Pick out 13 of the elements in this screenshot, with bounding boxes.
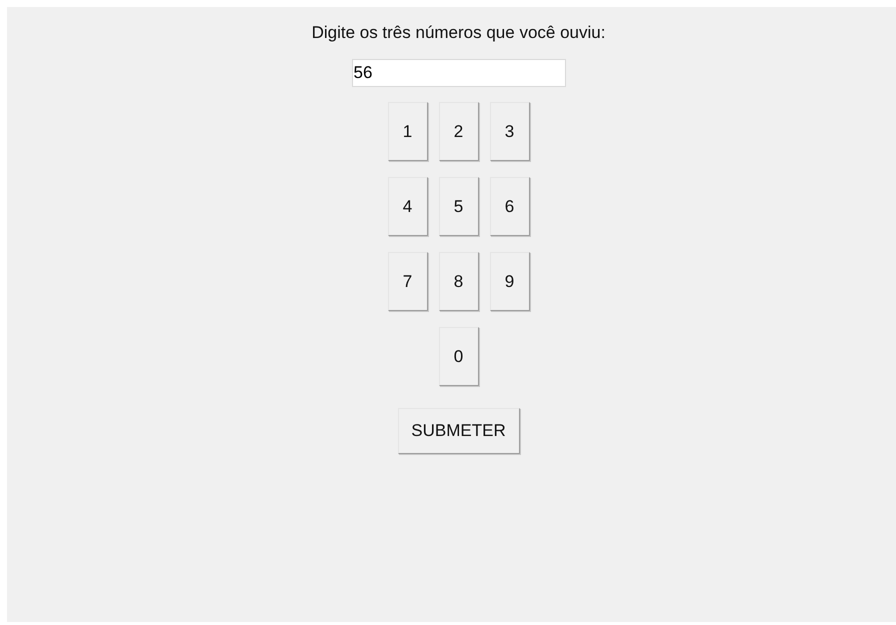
instruction-text: Digite os três números que você ouviu: (312, 23, 606, 43)
answer-field[interactable]: 56 (352, 59, 566, 87)
digit-key[interactable]: 6 (490, 177, 530, 236)
digit-key[interactable]: 2 (438, 102, 478, 161)
digit-key[interactable]: 3 (490, 102, 530, 161)
submit-button[interactable]: SUBMETER (398, 408, 520, 454)
digit-key[interactable]: 9 (490, 252, 530, 311)
digit-key[interactable]: 5 (438, 177, 478, 236)
digit-key[interactable]: 8 (438, 252, 478, 311)
digit-key[interactable]: 1 (388, 102, 428, 161)
digit-key[interactable]: 7 (388, 252, 428, 311)
digit-key[interactable]: 0 (438, 327, 478, 386)
digit-key[interactable]: 4 (388, 177, 428, 236)
